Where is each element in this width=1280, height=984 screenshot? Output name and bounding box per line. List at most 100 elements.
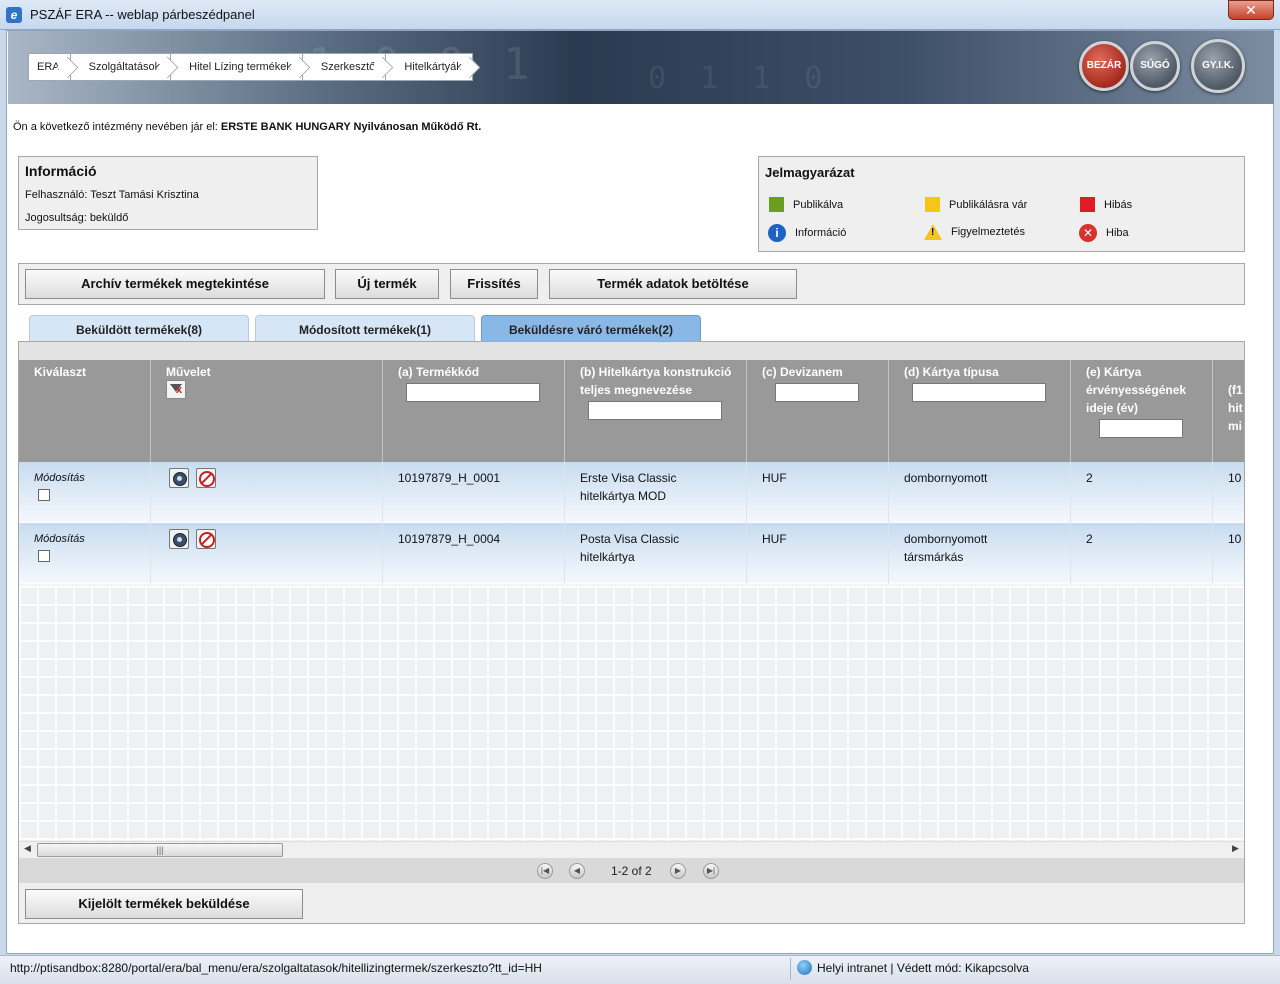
status-url: http://ptisandbox:8280/portal/era/bal_me…	[10, 961, 542, 975]
window-titlebar: e PSZÁF ERA -- weblap párbeszédpanel ✕	[0, 0, 1280, 30]
view-icon[interactable]	[169, 468, 189, 488]
column-header-label: (a) Termékkód	[398, 365, 480, 379]
column-header-product-code: (a) Termékkód	[383, 360, 565, 462]
table-row[interactable]: Módosítás 10197879_H_0004 Posta Visa Cla…	[19, 523, 1244, 584]
column-header-label: (c) Devizanem	[762, 365, 843, 379]
tab-modified[interactable]: Módosított termékek(1)	[255, 315, 475, 341]
column-header-label: (d) Kártya típusa	[904, 365, 999, 379]
banner-background-digits-2: 0 1 1 0	[648, 61, 831, 96]
column-header-label: (e) Kártya érvényességének ideje (év)	[1086, 365, 1187, 415]
clear-filter-icon[interactable]	[166, 380, 186, 399]
product-code-cell: 10197879_H_0004	[383, 523, 565, 584]
legend-label: Publikálásra vár	[949, 198, 1028, 211]
tab-submitted[interactable]: Beküldött termékek(8)	[29, 315, 249, 341]
close-round-button[interactable]: BEZÁR	[1079, 41, 1129, 91]
info-user: Felhasználó: Teszt Tamási Krisztina	[25, 189, 199, 201]
window-close-button[interactable]: ✕	[1228, 0, 1274, 20]
currency-cell: HUF	[747, 523, 889, 584]
legend-information: i Információ	[768, 224, 846, 242]
scroll-left-icon[interactable]: ◀	[24, 843, 31, 854]
previous-page-icon[interactable]: ◀	[569, 863, 585, 879]
construction-name-cell: Erste Visa Classic hitelkártya MOD	[565, 462, 747, 523]
grid-empty-area	[19, 586, 1244, 841]
refresh-button[interactable]: Frissítés	[450, 269, 538, 299]
cell-value: HUF	[762, 532, 787, 546]
yellow-square-icon	[925, 197, 940, 212]
cell-value: dombornyomott	[904, 471, 988, 485]
first-page-icon[interactable]: |◀	[537, 863, 553, 879]
info-title: Információ	[25, 163, 97, 179]
column-header-label: (b) Hitelkártya konstrukció teljes megne…	[580, 365, 732, 397]
column-header-validity: (e) Kártya érvényességének ideje (év)	[1071, 360, 1213, 462]
row-select-checkbox[interactable]	[38, 550, 50, 562]
new-product-button[interactable]: Új termék	[335, 269, 439, 299]
products-grid: Kiválaszt Művelet (a) Termékkód (b) Hite…	[18, 341, 1245, 924]
tab-pending-submission[interactable]: Beküldésre váró termékek(2)	[481, 315, 701, 341]
breadcrumb: ERA Szolgáltatások Hitel Lízing termékek…	[28, 53, 473, 81]
archive-products-button[interactable]: Archív termékek megtekintése	[25, 269, 325, 299]
cell-value: 10197879_H_0001	[398, 471, 501, 485]
legend-label: Publikálva	[793, 198, 844, 211]
select-cell: Módosítás	[19, 462, 151, 523]
status-separator	[790, 958, 791, 980]
legend-warning: ! Figyelmeztetés	[924, 224, 1025, 240]
row-select-checkbox[interactable]	[38, 489, 50, 501]
card-type-filter-input[interactable]	[912, 383, 1046, 402]
legend-label: Információ	[795, 227, 847, 239]
legend-title: Jelmagyarázat	[765, 165, 855, 180]
breadcrumb-item-editor[interactable]: Szerkesztő	[301, 53, 387, 81]
cell-value: Erste Visa Classic hitelkártya MOD	[580, 471, 677, 503]
horizontal-scrollbar[interactable]: ◀ ||| ▶	[19, 841, 1244, 858]
toolbar: Archív termékek megtekintése Új termék F…	[18, 263, 1245, 305]
grid-top-strip	[19, 342, 1244, 360]
institution-prefix: Ön a következő intézmény nevében jár el:	[13, 121, 218, 133]
faq-round-button[interactable]: GY.I.K.	[1191, 39, 1245, 93]
select-cell: Módosítás	[19, 523, 151, 584]
breadcrumb-item-services[interactable]: Szolgáltatások	[69, 53, 172, 81]
delete-icon[interactable]	[196, 468, 216, 488]
construction-name-filter-input[interactable]	[588, 401, 722, 420]
header-banner: 1 0 0 1 0 1 1 0 ERA Szolgáltatások Hitel…	[8, 31, 1274, 104]
send-area: Kijelölt termékek beküldése	[19, 883, 1244, 923]
legend-label: Figyelmeztetés	[951, 226, 1025, 238]
validity-filter-input[interactable]	[1099, 419, 1183, 438]
cell-value: dombornyomott társmárkás	[904, 532, 988, 564]
info-icon: i	[768, 224, 786, 242]
send-selected-products-button[interactable]: Kijelölt termékek beküldése	[25, 889, 303, 919]
product-code-filter-input[interactable]	[406, 383, 540, 402]
info-role: Jogosultság: beküldő	[25, 212, 129, 224]
column-header-label: (f1 hit mi	[1228, 383, 1243, 433]
cell-value: HUF	[762, 471, 787, 485]
cell-value: 10197879_H_0004	[398, 532, 501, 546]
cell-value: 10	[1228, 532, 1242, 546]
cell-value: Posta Visa Classic hitelkártya	[580, 532, 680, 564]
scrollbar-thumb[interactable]: |||	[37, 843, 283, 857]
currency-filter-input[interactable]	[775, 383, 859, 402]
card-type-cell: dombornyomott társmárkás	[889, 523, 1071, 584]
scroll-right-icon[interactable]: ▶	[1232, 843, 1239, 854]
delete-icon[interactable]	[196, 529, 216, 549]
warning-icon: !	[924, 224, 942, 240]
view-icon[interactable]	[169, 529, 189, 549]
legend-box: Jelmagyarázat Publikálva Publikálásra vá…	[758, 156, 1245, 252]
currency-cell: HUF	[747, 462, 889, 523]
load-product-data-button[interactable]: Termék adatok betöltése	[549, 269, 797, 299]
column-header-select: Kiválaszt	[19, 360, 151, 462]
next-page-icon[interactable]: ▶	[670, 863, 686, 879]
breadcrumb-item-credit-cards[interactable]: Hitelkártyák	[385, 53, 473, 81]
legend-label: Hibás	[1104, 198, 1133, 211]
table-row[interactable]: Módosítás 10197879_H_0001 Erste Visa Cla…	[19, 462, 1244, 523]
column-header-label: Művelet	[166, 365, 211, 379]
action-cell	[151, 523, 383, 584]
breadcrumb-item-era[interactable]: ERA	[28, 53, 71, 81]
red-square-icon	[1080, 197, 1095, 212]
legend-pending: Publikálásra vár	[925, 197, 1027, 212]
breadcrumb-item-credit-leasing[interactable]: Hitel Lízing termékek	[170, 53, 303, 81]
modification-label: Módosítás	[34, 472, 85, 484]
help-round-button[interactable]: SÚGÓ	[1130, 41, 1180, 91]
green-square-icon	[769, 197, 784, 212]
column-header-card-type: (d) Kártya típusa	[889, 360, 1071, 462]
error-icon: ✕	[1079, 224, 1097, 242]
validity-cell: 2	[1071, 523, 1213, 584]
last-page-icon[interactable]: ▶|	[703, 863, 719, 879]
